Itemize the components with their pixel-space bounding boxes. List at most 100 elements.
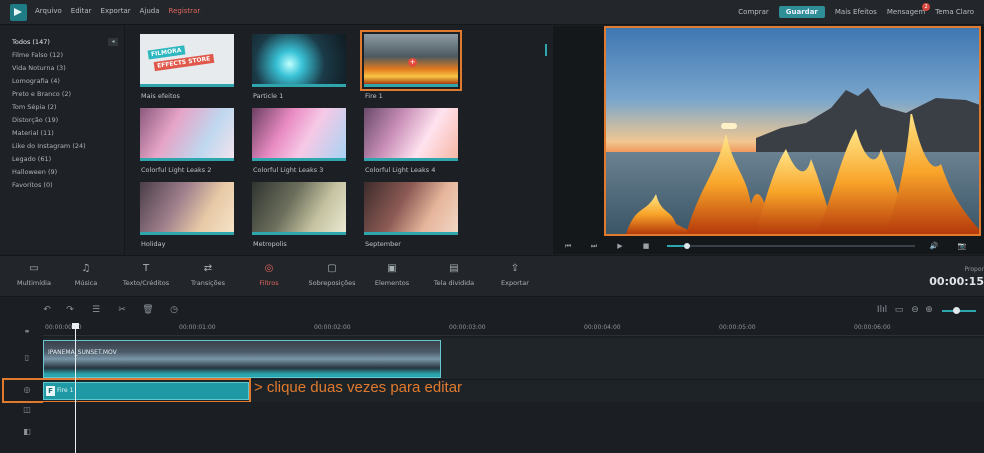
ruler-tick: 00:00:01:00: [179, 324, 216, 331]
effect-thumb-september[interactable]: [364, 182, 458, 235]
effect-label: Mais efeitos: [141, 92, 180, 100]
filter-category-sidebar: ◂ Todos (147) Filme Falso (12) Vida Notu…: [0, 26, 125, 254]
playhead[interactable]: [72, 323, 79, 453]
menu-arquivo[interactable]: Arquivo: [35, 7, 62, 15]
effect-label: Colorful Light Leaks 2: [141, 166, 212, 174]
store-tag-filmora: FILMORA: [147, 45, 185, 60]
export-icon: ⇪: [510, 263, 520, 274]
timeline-tools: ↶ ↷ ☰ ✂ 🗑 ◷ Ilıl ▭ ⊖ ⊕: [0, 298, 984, 322]
cut-icon[interactable]: ✂: [116, 304, 128, 316]
tool-music[interactable]: ♫ Música: [68, 264, 104, 288]
empty-tracks: [43, 402, 984, 453]
category-material[interactable]: Material (11): [12, 129, 54, 137]
category-legado[interactable]: Legado (61): [12, 155, 51, 163]
tool-label: Texto/Créditos: [122, 279, 170, 287]
effect-thumb-light-leaks-4[interactable]: [364, 108, 458, 161]
volume-icon[interactable]: 🔊: [929, 241, 939, 251]
timecode: 00:00:15: [929, 275, 984, 288]
ruler-tick: 00:00:06:00: [854, 324, 891, 331]
category-vida-noturna[interactable]: Vida Noturna (3): [12, 64, 66, 72]
play-icon[interactable]: ▶: [615, 241, 625, 251]
zoom-slider-knob[interactable]: [952, 307, 960, 314]
link-tracks-icon[interactable]: ⚭: [22, 327, 32, 337]
menu-registrar[interactable]: Registrar: [169, 7, 201, 15]
tool-elements[interactable]: ▣ Elementos: [372, 263, 412, 288]
tool-split-screen[interactable]: ▤ Tela dividida: [430, 264, 478, 288]
save-button[interactable]: Guardar: [778, 6, 825, 18]
undo-icon[interactable]: ↶: [41, 304, 53, 316]
effect-thumb-light-leaks-2[interactable]: [140, 108, 234, 161]
menu-editar[interactable]: Editar: [71, 7, 92, 15]
elements-icon: ▣: [387, 263, 397, 274]
player-controls: ⏮ ⏭ ▶ ■ 🔊 📷: [553, 238, 984, 254]
menu-ajuda[interactable]: Ajuda: [140, 7, 160, 15]
grid-scrollbar[interactable]: [545, 44, 547, 56]
buy-button[interactable]: Comprar: [738, 8, 768, 16]
video-track-icon: ▯: [24, 353, 30, 362]
category-distorcao[interactable]: Distorção (19): [12, 116, 58, 124]
duration-info: Propor 00:00:15: [929, 266, 984, 288]
overlays-icon: ▢: [327, 263, 337, 274]
seek-bar[interactable]: [667, 243, 915, 249]
category-filme-falso[interactable]: Filme Falso (12): [12, 51, 63, 59]
tool-text-credits[interactable]: T Texto/Créditos: [118, 264, 174, 288]
category-favoritos[interactable]: Favoritos (0): [12, 181, 53, 189]
effect-thumb-particle-1[interactable]: [252, 34, 346, 87]
category-halloween[interactable]: Halloween (9): [12, 168, 57, 176]
timeline-ruler[interactable]: 00:00:00:00 00:00:01:00 00:00:02:00 00:0…: [43, 322, 984, 336]
effect-label: Particle 1: [253, 92, 284, 100]
video-clip-name: IPANEMA_SUNSET.MOV: [48, 349, 117, 356]
preview-panel: ⏮ ⏭ ▶ ■ 🔊 📷: [553, 26, 984, 254]
redo-icon[interactable]: ↷: [64, 304, 76, 316]
menu-exportar[interactable]: Exportar: [101, 7, 131, 15]
tool-transitions[interactable]: ⇄ Transições: [186, 264, 230, 288]
filters-icon: ◎: [264, 263, 274, 274]
tool-overlays[interactable]: ▢ Sobreposições: [304, 263, 360, 288]
video-track: IPANEMA_SUNSET.MOV: [43, 338, 984, 380]
previous-frame-icon[interactable]: ⏮: [563, 241, 573, 251]
messages-button[interactable]: Mensagem 2: [887, 3, 931, 16]
category-lomografia[interactable]: Lomografia (4): [12, 77, 60, 85]
seek-bar-knob[interactable]: [683, 243, 690, 249]
tool-label: Multimídia: [17, 279, 51, 287]
zoom-out-icon[interactable]: ⊖: [909, 304, 921, 316]
menu-bar: Arquivo Editar Exportar Ajuda Registrar: [35, 7, 209, 15]
tool-label: Elementos: [374, 279, 410, 287]
delete-icon[interactable]: 🗑: [142, 304, 154, 316]
effect-thumb-holiday[interactable]: [140, 182, 234, 235]
preview-fire-overlay: [626, 114, 979, 234]
tool-label: Música: [74, 279, 98, 287]
tool-filters[interactable]: ◎ Filtros: [252, 263, 286, 288]
adjust-icon[interactable]: ☰: [90, 304, 102, 316]
add-effect-icon[interactable]: +: [408, 58, 417, 67]
category-todos[interactable]: Todos (147): [12, 38, 50, 46]
effect-label: Colorful Light Leaks 4: [365, 166, 436, 174]
tool-label: Tela dividida: [433, 279, 475, 287]
speed-icon[interactable]: ◷: [168, 304, 180, 316]
video-clip[interactable]: IPANEMA_SUNSET.MOV: [43, 340, 441, 378]
ruler-tick: 00:00:04:00: [584, 324, 621, 331]
fit-timeline-icon[interactable]: ▭: [893, 304, 905, 316]
category-preto-e-branco[interactable]: Preto e Branco (2): [12, 90, 71, 98]
audio-mixer-icon[interactable]: Ilıl: [874, 304, 890, 316]
next-frame-icon[interactable]: ⏭: [589, 241, 599, 251]
collapse-sidebar-icon[interactable]: ◂: [108, 38, 118, 46]
snapshot-icon[interactable]: 📷: [957, 241, 967, 251]
zoom-in-icon[interactable]: ⊕: [923, 304, 935, 316]
tool-multimedia[interactable]: ▭ Multimídia: [14, 264, 54, 288]
top-right-actions: Comprar Guardar Mais Efeitos Mensagem 2 T…: [728, 3, 974, 18]
effect-label: Metropolis: [253, 240, 287, 248]
media-toolbar: ▭ Multimídia ♫ Música T Texto/Créditos ⇄…: [0, 255, 984, 297]
theme-toggle[interactable]: Tema Claro: [935, 8, 974, 16]
category-tom-sepia[interactable]: Tom Sépia (2): [12, 103, 57, 111]
messages-badge: 2: [922, 3, 931, 11]
category-like-instagram[interactable]: Like do Instagram (24): [12, 142, 86, 150]
effect-thumb-more-effects[interactable]: FILMORA EFFECTS STORE: [140, 34, 234, 87]
effect-thumb-light-leaks-3[interactable]: [252, 108, 346, 161]
tool-label: Filtros: [259, 279, 279, 287]
effect-thumb-fire-1[interactable]: +: [360, 30, 462, 91]
more-effects-button[interactable]: Mais Efeitos: [835, 8, 877, 16]
stop-icon[interactable]: ■: [641, 241, 651, 251]
effect-thumb-metropolis[interactable]: [252, 182, 346, 235]
tool-export[interactable]: ⇪ Exportar: [496, 263, 534, 288]
